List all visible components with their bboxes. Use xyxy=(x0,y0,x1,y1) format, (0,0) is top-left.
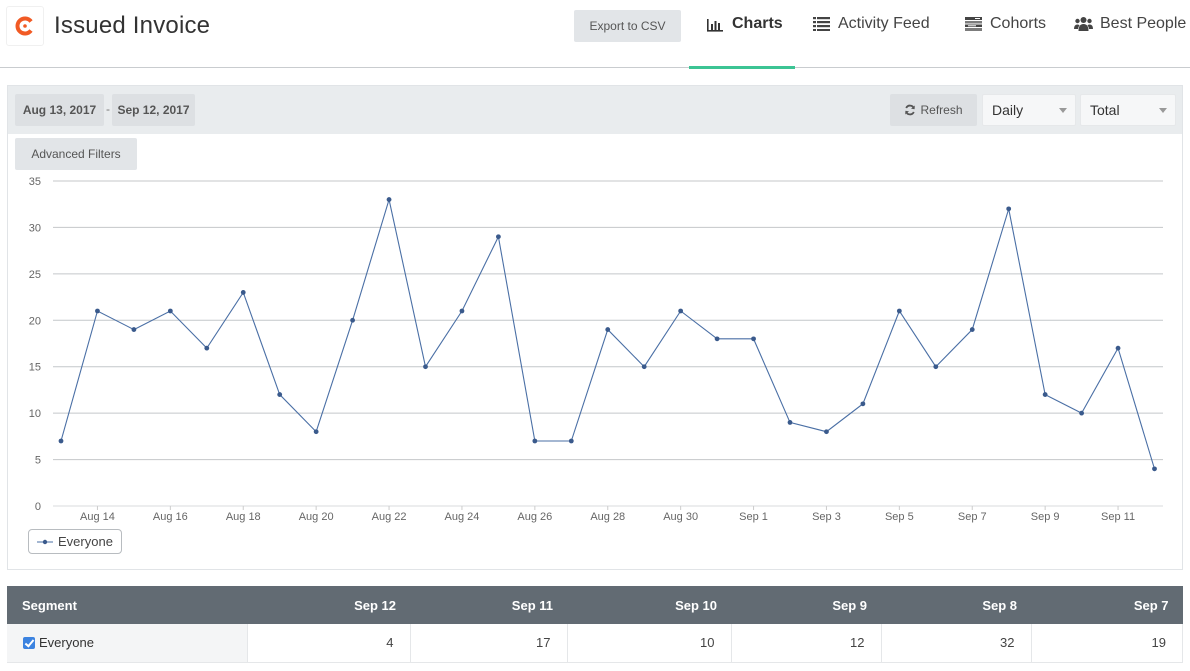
y-tick-label: 5 xyxy=(35,455,41,467)
brand-logo[interactable] xyxy=(6,6,44,46)
brand-c-logo-icon xyxy=(15,16,33,36)
series-line-everyone xyxy=(60,197,1156,470)
data-point xyxy=(896,308,902,314)
legend-item-everyone[interactable]: Everyone xyxy=(28,529,122,554)
y-tick-label: 0 xyxy=(35,501,41,513)
column-header[interactable]: Segment xyxy=(7,586,247,624)
data-point xyxy=(1079,410,1084,416)
data-point xyxy=(605,327,611,332)
data-point xyxy=(824,429,829,435)
tab-charts-label: Charts xyxy=(732,15,783,32)
data-point xyxy=(933,364,939,370)
table-row: Everyone 4 17 10 12 32 19 xyxy=(7,624,1183,663)
y-tick-label: 20 xyxy=(29,315,41,327)
x-tick-label: Sep 3 xyxy=(812,511,841,523)
tab-charts[interactable]: Charts xyxy=(689,0,795,69)
y-tick-label: 25 xyxy=(29,269,41,281)
x-tick-label: Aug 14 xyxy=(80,511,115,523)
y-tick-label: 10 xyxy=(29,408,41,420)
x-tick-label: Aug 16 xyxy=(153,511,188,523)
segment-table: Segment Sep 12 Sep 11 Sep 10 Sep 9 Sep 8… xyxy=(7,586,1183,663)
chart-panel: Aug 13, 2017 - Sep 12, 2017 Refresh Dail… xyxy=(7,85,1183,570)
data-point xyxy=(423,364,428,370)
x-tick-label: Aug 22 xyxy=(372,511,407,523)
data-point xyxy=(95,308,100,314)
tab-cohorts[interactable]: Cohorts xyxy=(947,0,1063,68)
data-point xyxy=(532,438,538,444)
x-tick-label: Sep 5 xyxy=(885,511,914,523)
tab-activity-feed[interactable]: Activity Feed xyxy=(795,0,947,68)
segment-cell: Everyone xyxy=(7,624,248,663)
table-header-row: Segment Sep 12 Sep 11 Sep 10 Sep 9 Sep 8… xyxy=(7,586,1183,624)
segment-name: Everyone xyxy=(39,635,94,651)
data-point xyxy=(714,336,720,342)
value-cell: 4 xyxy=(247,624,411,663)
column-header[interactable]: Sep 10 xyxy=(567,586,731,624)
data-point xyxy=(678,308,684,314)
tab-activity-feed-label: Activity Feed xyxy=(838,15,930,32)
value-cell: 32 xyxy=(881,624,1032,663)
data-point xyxy=(1042,392,1048,397)
y-tick-label: 35 xyxy=(29,176,41,188)
column-header[interactable]: Sep 9 xyxy=(731,586,881,624)
data-point xyxy=(751,336,756,342)
x-tick-label: Sep 7 xyxy=(958,511,987,523)
data-point xyxy=(386,197,392,202)
data-point xyxy=(969,327,975,332)
value-cell: 19 xyxy=(1031,624,1183,663)
x-tick-label: Aug 20 xyxy=(299,511,334,523)
page-title: Issued Invoice xyxy=(54,12,211,39)
data-point xyxy=(459,308,465,314)
value-cell: 12 xyxy=(731,624,882,663)
y-tick-label: 15 xyxy=(29,362,41,374)
users-icon xyxy=(1073,15,1093,33)
data-point xyxy=(860,401,866,407)
export-csv-button[interactable]: Export to CSV xyxy=(574,10,681,42)
data-point xyxy=(787,420,793,425)
x-tick-label: Sep 9 xyxy=(1031,511,1060,523)
data-point xyxy=(167,308,173,314)
data-point xyxy=(350,317,355,323)
data-point xyxy=(131,327,137,332)
app-header: Issued Invoice Export to CSV Charts Acti… xyxy=(0,0,1190,69)
view-tabs: Charts Activity Feed Cohorts Best People xyxy=(689,0,1190,69)
tab-cohorts-label: Cohorts xyxy=(990,15,1047,32)
data-point xyxy=(240,290,246,295)
x-tick-label: Aug 30 xyxy=(663,511,698,523)
column-header[interactable]: Sep 8 xyxy=(881,586,1031,624)
x-tick-label: Sep 1 xyxy=(739,511,768,523)
data-point xyxy=(1152,466,1157,472)
column-header[interactable]: Sep 11 xyxy=(410,586,567,624)
data-point xyxy=(313,429,319,435)
y-tick-label: 30 xyxy=(29,222,41,234)
data-point xyxy=(204,345,210,351)
cohorts-icon xyxy=(963,15,983,33)
data-point xyxy=(568,438,574,444)
data-point xyxy=(496,234,501,240)
x-tick-label: Aug 28 xyxy=(590,511,625,523)
legend-label: Everyone xyxy=(58,534,113,549)
x-tick-label: Aug 24 xyxy=(445,511,480,523)
data-point xyxy=(641,364,647,370)
data-point xyxy=(1115,345,1121,351)
data-point xyxy=(58,438,64,444)
data-point xyxy=(277,392,283,397)
x-tick-label: Aug 18 xyxy=(226,511,261,523)
line-chart: 0 5 10 15 20 25 30 35 Aug 14 Aug 16 Aug 18 Aug 20 Au… xyxy=(29,176,1163,523)
column-header[interactable]: Sep 12 xyxy=(247,586,410,624)
bar-chart-icon xyxy=(705,15,725,33)
segment-checkbox[interactable] xyxy=(23,637,35,650)
value-cell: 10 xyxy=(567,624,732,663)
value-cell: 17 xyxy=(410,624,568,663)
legend-line-marker-icon xyxy=(37,539,53,544)
column-header[interactable]: Sep 7 xyxy=(1031,586,1183,624)
x-tick-label: Sep 11 xyxy=(1101,511,1135,523)
x-tick-label: Aug 26 xyxy=(517,511,552,523)
tab-best-people-label: Best People xyxy=(1100,15,1187,32)
data-point xyxy=(1006,206,1012,212)
list-icon xyxy=(811,15,831,33)
tab-best-people[interactable]: Best People xyxy=(1063,0,1190,68)
